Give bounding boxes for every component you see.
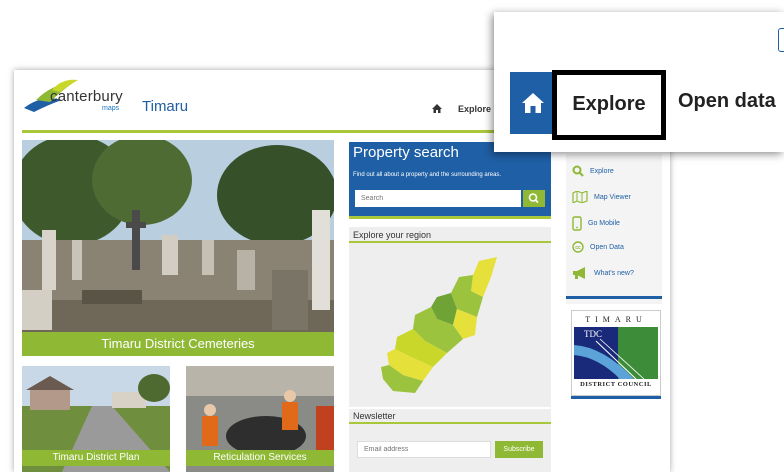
sidebar-item-go-mobile[interactable]: Go Mobile: [572, 214, 620, 232]
subscribe-button[interactable]: Subscribe: [495, 441, 543, 458]
region-map[interactable]: [379, 257, 519, 397]
logo-text: canterbury: [50, 88, 123, 105]
property-search-title: Property search: [353, 144, 459, 161]
search-icon: [528, 193, 539, 204]
sidebar-item-open-data[interactable]: cc Open Data: [572, 238, 624, 256]
newsletter-email-input[interactable]: [357, 441, 491, 458]
sidebar-item-label: Open Data: [590, 243, 624, 251]
map-icon: [572, 191, 588, 203]
sidebar-item-label: Map Viewer: [594, 193, 631, 201]
explore-region-divider: [349, 241, 551, 243]
newsletter-title: Newsletter: [353, 411, 396, 421]
zoom-home-button[interactable]: [510, 72, 556, 134]
newsletter-divider: [349, 422, 551, 424]
quick-links-sidebar: Explore Map Viewer Go Mobile cc Open Dat…: [566, 154, 662, 304]
explore-region-panel: Explore your region: [349, 227, 551, 407]
sidebar-item-label: Go Mobile: [588, 219, 620, 227]
home-icon: [522, 93, 544, 113]
sidebar-item-explore[interactable]: Explore: [572, 162, 614, 180]
explore-region-title: Explore your region: [353, 230, 432, 240]
property-search-panel: Property search Find out all about a pro…: [349, 142, 551, 216]
mobile-icon: [572, 215, 582, 231]
reticulation-services-tile[interactable]: Reticulation Services: [186, 366, 334, 472]
megaphone-icon: [573, 267, 585, 279]
council-emblem: TDC: [574, 327, 658, 379]
property-search-divider: [349, 216, 551, 219]
council-name-top: TIMARU: [585, 315, 647, 324]
logo-subtext: maps: [102, 105, 120, 112]
svg-text:cc: cc: [575, 245, 581, 251]
newsletter-panel: Newsletter Subscribe: [349, 409, 551, 472]
search-icon: [572, 165, 584, 177]
district-plan-caption: Timaru District Plan: [22, 450, 170, 466]
region-name: Timaru: [142, 98, 189, 115]
zoom-partial-button[interactable]: [778, 28, 784, 52]
sidebar-divider: [566, 296, 662, 299]
zoom-explore-link[interactable]: Explore: [552, 70, 666, 140]
property-search-button[interactable]: [523, 190, 545, 207]
council-abbreviation: TDC: [584, 329, 602, 339]
zoomed-navigation-callout: Explore Open data: [494, 12, 784, 152]
sidebar-item-label: What's new?: [594, 269, 634, 277]
nav-home-icon[interactable]: [432, 104, 442, 115]
nav-explore-link[interactable]: Explore: [458, 104, 491, 114]
timaru-district-council-logo[interactable]: TIMARU TDC DISTRICT COUNCIL: [571, 310, 661, 396]
hero-caption[interactable]: Timaru District Cemeteries: [22, 332, 334, 356]
property-search-input[interactable]: [355, 190, 521, 207]
cc-icon: cc: [572, 241, 584, 253]
zoom-open-data-link[interactable]: Open data: [678, 90, 776, 113]
reticulation-caption: Reticulation Services: [186, 450, 334, 466]
hero-cemetery-image[interactable]: [22, 140, 334, 354]
sidebar-item-map-viewer[interactable]: Map Viewer: [572, 188, 631, 206]
district-plan-tile[interactable]: Timaru District Plan: [22, 366, 170, 472]
map-region-north: [471, 257, 497, 297]
council-divider: [571, 396, 661, 399]
sidebar-item-whats-new[interactable]: What's new?: [572, 264, 634, 282]
sidebar-item-label: Explore: [590, 167, 614, 175]
council-name-bottom: DISTRICT COUNCIL: [580, 381, 652, 388]
property-search-description: Find out all about a property and the su…: [353, 172, 502, 178]
